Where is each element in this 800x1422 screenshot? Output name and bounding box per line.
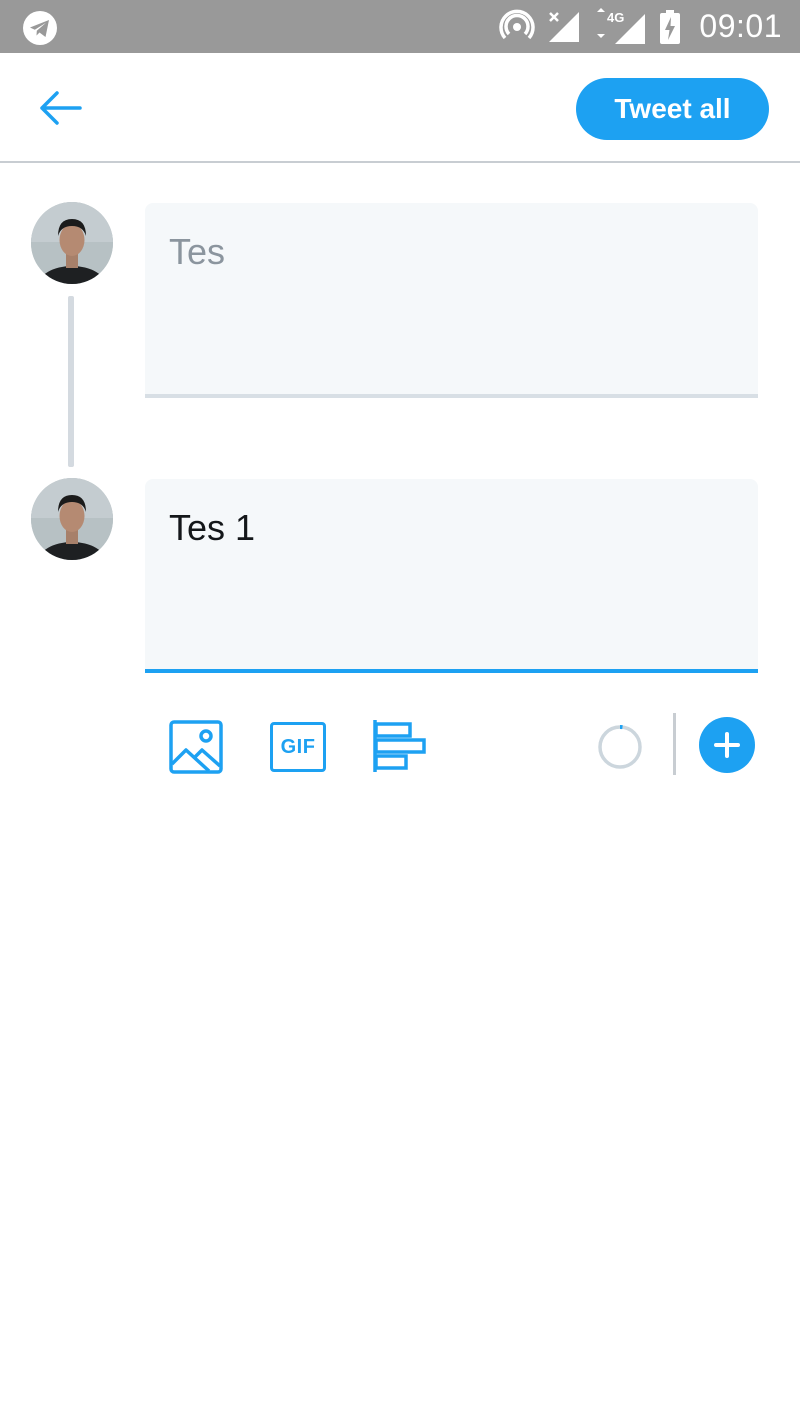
signal-x-icon xyxy=(549,11,580,42)
poll-icon xyxy=(373,720,426,772)
toolbar-divider xyxy=(673,713,676,775)
thread-connector-line xyxy=(68,296,74,467)
add-poll-button[interactable] xyxy=(372,718,428,774)
status-bar: 4G 09:01 xyxy=(0,0,800,53)
gif-label: GIF xyxy=(280,735,316,758)
tweet-text-2: Tes 1 xyxy=(169,507,256,548)
tweet-compose-field-2[interactable]: Tes 1 xyxy=(145,479,758,673)
add-image-button[interactable] xyxy=(168,720,224,774)
character-counter-icon xyxy=(598,725,642,769)
user-avatar-image xyxy=(31,478,113,560)
status-time: 09:01 xyxy=(699,8,782,44)
tweet-all-button[interactable]: Tweet all xyxy=(576,78,769,140)
avatar[interactable] xyxy=(31,202,113,284)
telegram-notification-icon xyxy=(23,11,57,45)
tweet-compose-field-1[interactable]: Tes xyxy=(145,203,758,398)
user-avatar-image xyxy=(31,202,113,284)
network-type-label: 4G xyxy=(607,10,624,25)
character-counter xyxy=(596,723,644,771)
gif-icon: GIF xyxy=(270,722,326,772)
add-tweet-button[interactable] xyxy=(699,717,755,773)
plus-icon xyxy=(714,732,740,758)
add-gif-button[interactable]: GIF xyxy=(270,720,326,774)
battery-charging-icon xyxy=(660,9,681,44)
signal-4g-icon: 4G xyxy=(597,7,646,44)
avatar[interactable] xyxy=(31,478,113,560)
hotspot-icon xyxy=(499,9,536,39)
image-icon xyxy=(169,720,223,774)
compose-header: Tweet all xyxy=(0,53,800,163)
back-button[interactable] xyxy=(30,83,90,133)
back-arrow-icon xyxy=(40,91,82,125)
tweet-text-1: Tes xyxy=(169,231,226,272)
